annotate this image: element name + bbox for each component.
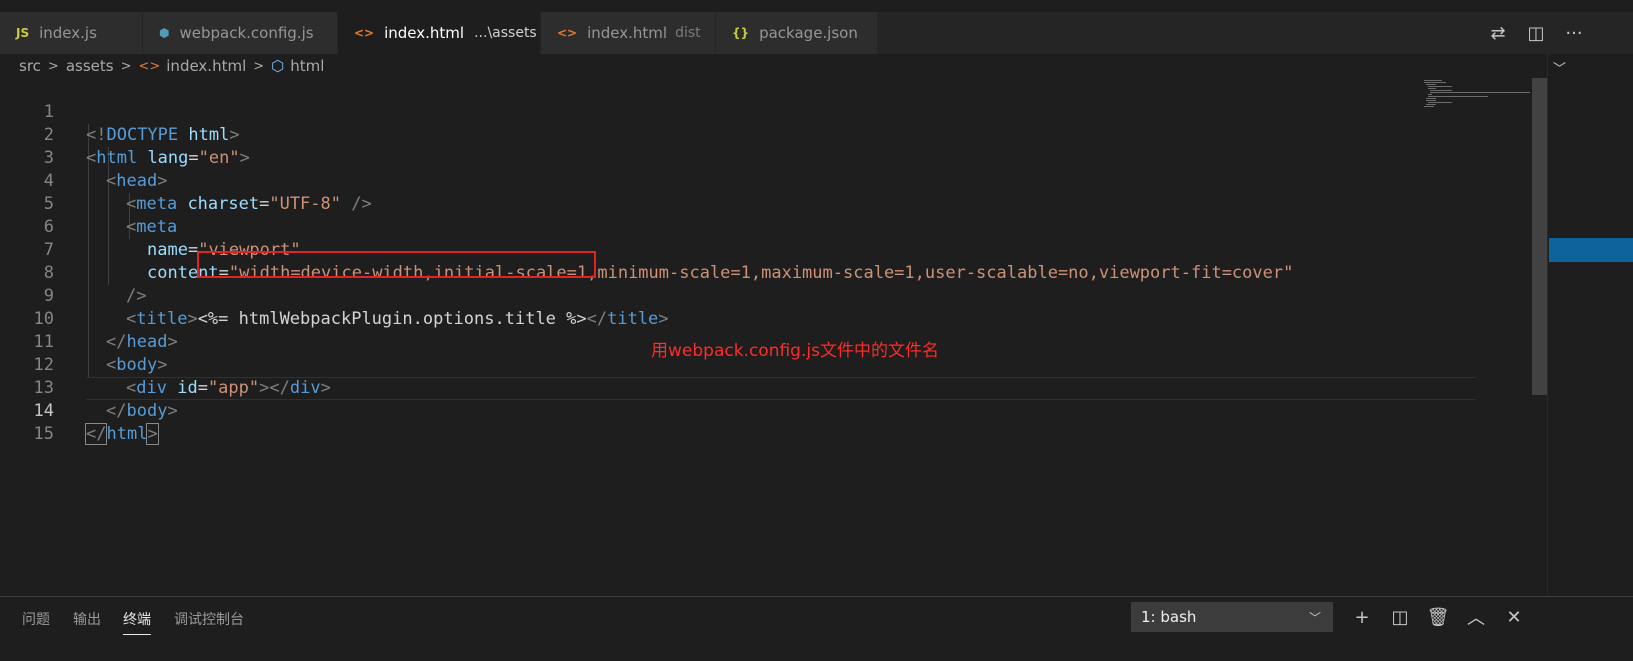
code-line: 1 <!DOCTYPE html>	[0, 78, 1480, 145]
matched-bracket: </	[84, 423, 108, 445]
tag-name: html	[106, 424, 148, 444]
html-file-icon: <>	[557, 26, 578, 40]
add-terminal-icon[interactable]: +	[1343, 607, 1381, 628]
split-editor-icon[interactable]: ◫	[1517, 23, 1555, 44]
tab-label: webpack.config.js	[179, 24, 314, 42]
breadcrumb-separator: >	[253, 58, 265, 74]
tab-path-hint: dist	[675, 25, 701, 41]
tab-label: index.js	[39, 24, 97, 42]
tab-package-json[interactable]: {} package.json	[716, 12, 878, 54]
title-strip	[0, 0, 1633, 12]
split-terminal-icon[interactable]: ◫	[1381, 607, 1419, 628]
code-line: 15	[0, 400, 1480, 444]
tab-index-html-assets[interactable]: <> index.html ...\assets ✕	[338, 12, 541, 54]
code-line: 11 <body>	[0, 308, 1480, 375]
code-line: 6 name="viewport"	[0, 193, 1480, 260]
breadcrumb-symbol[interactable]: html	[290, 57, 324, 75]
tab-label: index.html	[384, 24, 465, 42]
breadcrumb-separator: >	[47, 58, 59, 74]
editor-actions: ⇄ ◫ ···	[1479, 12, 1593, 54]
breadcrumb-src[interactable]: src	[19, 57, 41, 75]
tab-terminal[interactable]: 终端	[123, 609, 151, 635]
chevron-down-icon: ﹀	[1308, 610, 1321, 625]
annotation-text: 用webpack.config.js文件中的文件名	[651, 341, 939, 361]
tab-debug-console[interactable]: 调试控制台	[174, 609, 244, 629]
webpack-file-icon: ⬢	[159, 26, 170, 40]
panel-actions: + ◫ 🗑 ︿ ✕	[1343, 602, 1533, 632]
code-line: 7 content="width=device-width,initial-sc…	[0, 216, 1480, 283]
maximize-panel-icon[interactable]: ︿	[1457, 604, 1495, 630]
selection-indicator	[1549, 238, 1633, 262]
trash-icon[interactable]: 🗑	[1419, 607, 1457, 628]
compare-changes-icon[interactable]: ⇄	[1479, 23, 1517, 44]
code-line: 5 <meta	[0, 170, 1480, 237]
json-file-icon: {}	[732, 26, 750, 40]
scrollbar-thumb[interactable]	[1532, 78, 1547, 395]
code-line: 2 <html lang="en">	[0, 101, 1480, 168]
code-line: 10 </head>	[0, 285, 1480, 352]
code-line: 3 <head>	[0, 124, 1480, 191]
html-file-icon: <>	[354, 26, 375, 40]
line-number: 15	[33, 424, 54, 444]
more-actions-icon[interactable]: ···	[1555, 23, 1593, 44]
tab-problems[interactable]: 问题	[22, 609, 50, 629]
tab-label: package.json	[759, 24, 858, 42]
matched-bracket: >	[146, 423, 159, 445]
right-side-strip	[1547, 54, 1633, 594]
breadcrumb-separator: >	[120, 58, 132, 74]
breadcrumb: src > assets > <> index.html > ⬡ html	[0, 54, 1560, 78]
terminal-selector[interactable]: 1: bash ﹀	[1131, 602, 1333, 632]
code-line: 4 <meta charset="UTF-8" />	[0, 147, 1480, 214]
editor-tab-bar: JS index.js ⬢ webpack.config.js <> index…	[0, 12, 1633, 54]
close-panel-icon[interactable]: ✕	[1495, 607, 1533, 628]
code-editor[interactable]: 1 <!DOCTYPE html> 2 <html lang="en"> 3 <…	[0, 78, 1598, 598]
tab-path-hint: ...\assets	[474, 25, 537, 41]
javascript-file-icon: JS	[16, 26, 30, 40]
tab-output[interactable]: 输出	[73, 609, 101, 629]
bottom-panel: 问题 输出 终端 调试控制台 1: bash ﹀ + ◫ 🗑 ︿ ✕	[0, 596, 1633, 661]
breadcrumb-assets[interactable]: assets	[66, 57, 114, 75]
terminal-selected: 1: bash	[1141, 608, 1197, 626]
tab-index-html-dist[interactable]: <> index.html dist	[541, 12, 716, 54]
html-file-icon: <>	[138, 58, 161, 74]
highlight-box	[197, 251, 596, 278]
code-line-current: 14 </html>	[0, 377, 1480, 445]
tab-index-js[interactable]: JS index.js	[0, 12, 143, 54]
minimap[interactable]	[1420, 78, 1532, 118]
chevron-down-icon[interactable]: ﹀	[1553, 58, 1566, 77]
tab-label: index.html	[587, 24, 668, 42]
symbol-element-icon: ⬡	[271, 57, 285, 75]
breadcrumb-file[interactable]: index.html	[166, 57, 246, 75]
tab-webpack-config[interactable]: ⬢ webpack.config.js	[143, 12, 338, 54]
